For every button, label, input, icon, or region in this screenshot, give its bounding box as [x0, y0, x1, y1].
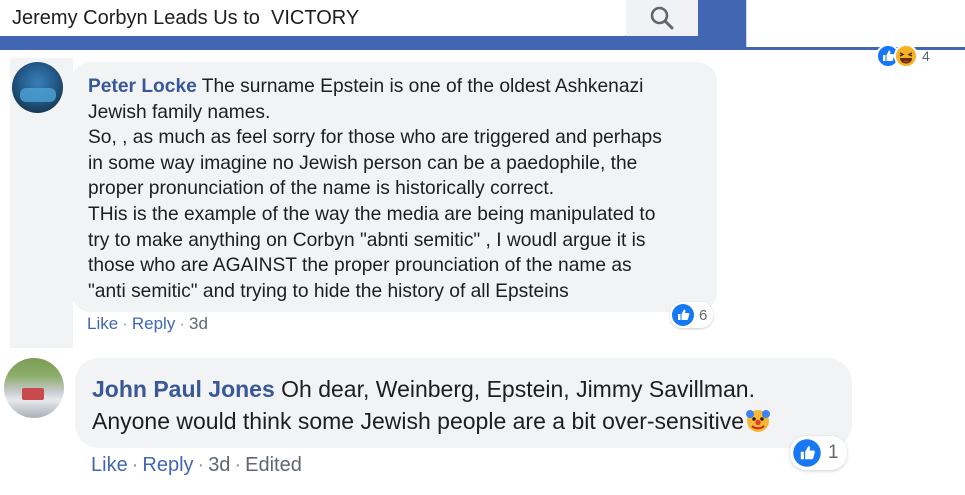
comment-text-line: try to make anything on Corbyn "abnti se…: [88, 229, 646, 251]
comment-author[interactable]: John Paul Jones: [92, 376, 275, 402]
separator-dot: ·: [197, 454, 205, 476]
comment-text-line: Oh dear, Weinberg, Epstein, Jimmy Savill…: [281, 376, 755, 402]
search-input[interactable]: [0, 0, 625, 36]
comment-text-line: Jewish family names.: [88, 101, 271, 123]
comment-text-line: So, , as much as feel sorry for those wh…: [88, 127, 662, 149]
comment-reaction-count: 1: [828, 442, 839, 463]
reply-link[interactable]: Reply: [132, 314, 175, 334]
like-icon: [793, 439, 821, 467]
search-icon: [650, 6, 674, 30]
like-link[interactable]: Like: [87, 314, 118, 334]
search-bar: [0, 0, 698, 36]
comment-text-line: those who are AGAINST the proper prounci…: [88, 255, 632, 277]
comment-actions: Like · Reply · 3d · Edited: [91, 454, 302, 477]
comment-actions: Like · Reply · 3d: [87, 314, 208, 334]
avatar[interactable]: [4, 358, 64, 418]
comment-author[interactable]: Peter Locke: [88, 76, 197, 97]
avatar[interactable]: [12, 62, 63, 113]
like-link[interactable]: Like: [91, 454, 128, 477]
comment-text-line: proper pronunciation of the name is hist…: [88, 178, 555, 200]
separator-dot: ·: [131, 454, 139, 476]
comment-reactions[interactable]: 1: [790, 436, 847, 470]
separator-dot: ·: [179, 314, 185, 333]
reply-link[interactable]: Reply: [142, 454, 193, 477]
comment-text-line: "anti semitic" and trying to hide the hi…: [88, 280, 569, 302]
comment-bubble: John Paul Jones Oh dear, Weinberg, Epste…: [75, 358, 852, 448]
comment-reactions[interactable]: 6: [670, 302, 714, 328]
comment-reaction-count: 6: [699, 306, 708, 324]
comment-text-line: The surname Epstein is one of the oldest…: [201, 76, 644, 97]
haha-icon: [894, 44, 918, 68]
like-icon: [672, 304, 694, 326]
search-button[interactable]: [626, 0, 698, 36]
comment-timestamp[interactable]: 3d: [189, 314, 208, 334]
separator-dot: ·: [234, 454, 242, 476]
comment-text-line: THis is the example of the way the media…: [88, 203, 656, 225]
post-reactions[interactable]: 4: [876, 44, 930, 68]
edited-label[interactable]: Edited: [245, 454, 302, 477]
clown-emoji-icon: [746, 410, 771, 432]
separator-dot: ·: [122, 314, 128, 333]
comment-bubble: Peter Locke The surname Epstein is one o…: [71, 62, 717, 312]
header-right-panel: [746, 0, 965, 47]
comment-timestamp[interactable]: 3d: [208, 454, 230, 477]
comment-text-line: Anyone would think some Jewish people ar…: [92, 408, 745, 434]
comment-text-line: in some way imagine no Jewish person can…: [88, 152, 638, 174]
post-reaction-count: 4: [922, 48, 930, 64]
